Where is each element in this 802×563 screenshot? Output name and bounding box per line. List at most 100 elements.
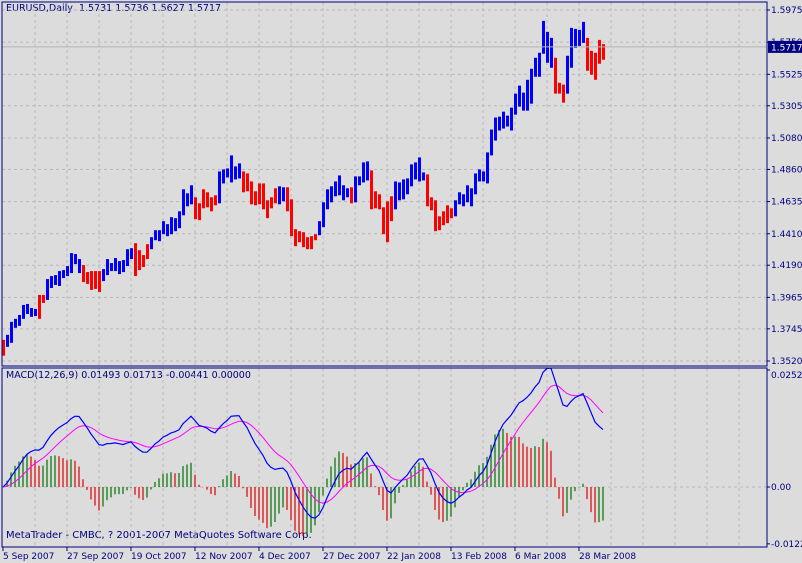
bear-bar <box>594 52 597 80</box>
date-tick-label: 19 Oct 2007 <box>131 552 187 562</box>
bull-bar <box>178 211 181 229</box>
bull-bar <box>238 163 241 179</box>
bear-bar <box>310 236 313 250</box>
bear-bar <box>302 232 305 248</box>
bull-bar <box>190 185 193 205</box>
bull-bar <box>166 224 169 237</box>
bull-bar <box>126 249 129 267</box>
grid <box>2 2 767 547</box>
bull-bar <box>566 55 569 94</box>
bull-bar <box>354 176 357 203</box>
bull-bar <box>122 260 125 273</box>
bull-bar <box>570 27 573 68</box>
bull-bar <box>338 175 341 196</box>
bear-bar <box>382 207 385 235</box>
bull-bar <box>10 321 13 343</box>
bull-bar <box>230 155 233 183</box>
bear-bar <box>446 205 449 224</box>
bull-bar <box>118 261 121 275</box>
bull-bar <box>58 271 61 286</box>
bear-bar <box>138 250 141 271</box>
bear-bar <box>206 192 209 208</box>
bear-bar <box>82 265 85 283</box>
price-chart[interactable]: 1.59751.57501.55251.53051.50801.48601.46… <box>0 0 802 563</box>
date-tick-label: 28 Mar 2008 <box>579 552 636 562</box>
bear-bar <box>294 229 297 247</box>
bull-bar <box>74 254 77 265</box>
bull-bar <box>114 258 117 272</box>
bear-bar <box>134 243 137 277</box>
bull-bar <box>474 173 477 195</box>
axes: 1.59751.57501.55251.53051.50801.48601.46… <box>1 1 802 562</box>
bull-bar <box>406 178 409 195</box>
bear-bar <box>42 294 45 303</box>
bull-bar <box>478 169 481 182</box>
bull-bar <box>498 116 501 131</box>
bull-bar <box>366 161 369 181</box>
bull-bar <box>154 230 157 241</box>
bear-bar <box>374 191 377 209</box>
bear-bar <box>430 197 433 211</box>
date-tick-label: 27 Sep 2007 <box>67 552 124 562</box>
bull-bar <box>110 263 113 272</box>
price-tick-label: 1.5975 <box>771 6 802 16</box>
bear-bar <box>298 231 301 243</box>
bull-bar <box>342 185 345 201</box>
bull-bar <box>530 68 533 104</box>
bear-bar <box>202 189 205 209</box>
bull-bar <box>26 303 29 314</box>
bull-bar <box>526 79 529 111</box>
bear-bar <box>274 188 277 204</box>
bear-bar <box>590 50 593 75</box>
bull-bar <box>490 129 493 156</box>
bull-bar <box>482 171 485 182</box>
bull-bar <box>182 189 185 216</box>
bear-bar <box>290 199 293 237</box>
bull-bar <box>54 275 57 285</box>
date-tick-label: 22 Jan 2008 <box>387 552 441 562</box>
bear-bar <box>242 171 245 193</box>
macd-tick-label: -0.01227 <box>771 540 802 550</box>
price-tick-label: 1.3965 <box>771 293 802 303</box>
macd-tick-label: 0.02525 <box>771 371 802 381</box>
price-tick-label: 1.5305 <box>771 102 802 112</box>
bull-bar <box>582 21 585 43</box>
bull-bar <box>50 276 53 288</box>
price-tick-label: 1.5080 <box>771 134 802 144</box>
bear-bar <box>86 272 89 284</box>
bear-bar <box>370 170 373 210</box>
bull-bar <box>106 259 109 276</box>
bear-bar <box>554 57 557 94</box>
bull-bar <box>158 230 161 242</box>
bear-bar <box>250 181 253 205</box>
price-tick-label: 1.4635 <box>771 198 802 208</box>
bull-bar <box>538 52 541 77</box>
bear-bar <box>426 174 429 207</box>
bull-bar <box>514 93 517 115</box>
bull-bar <box>218 171 221 204</box>
bull-bar <box>14 318 17 328</box>
bull-bar <box>334 181 337 197</box>
bear-bar <box>94 271 97 289</box>
bull-bar <box>18 314 21 326</box>
macd-pane-frame <box>1 367 768 548</box>
bull-bar <box>62 270 65 279</box>
bull-bar <box>222 169 225 184</box>
bull-bar <box>318 221 321 236</box>
date-tick-label: 6 Mar 2008 <box>515 552 567 562</box>
bear-bar <box>586 37 589 71</box>
bear-bar <box>90 271 93 290</box>
bear-bar <box>142 255 145 268</box>
bull-bar <box>346 188 349 198</box>
price-tick-label: 1.3520 <box>771 357 802 367</box>
bear-bar <box>350 187 353 204</box>
bull-bar <box>534 57 537 77</box>
bear-bar <box>98 271 101 292</box>
bull-bar <box>470 188 473 207</box>
bull-bar <box>330 186 333 203</box>
bear-bar <box>390 196 393 222</box>
price-bars <box>2 20 767 356</box>
bull-bar <box>70 253 73 274</box>
bear-bar <box>598 39 601 64</box>
bull-bar <box>226 168 229 178</box>
